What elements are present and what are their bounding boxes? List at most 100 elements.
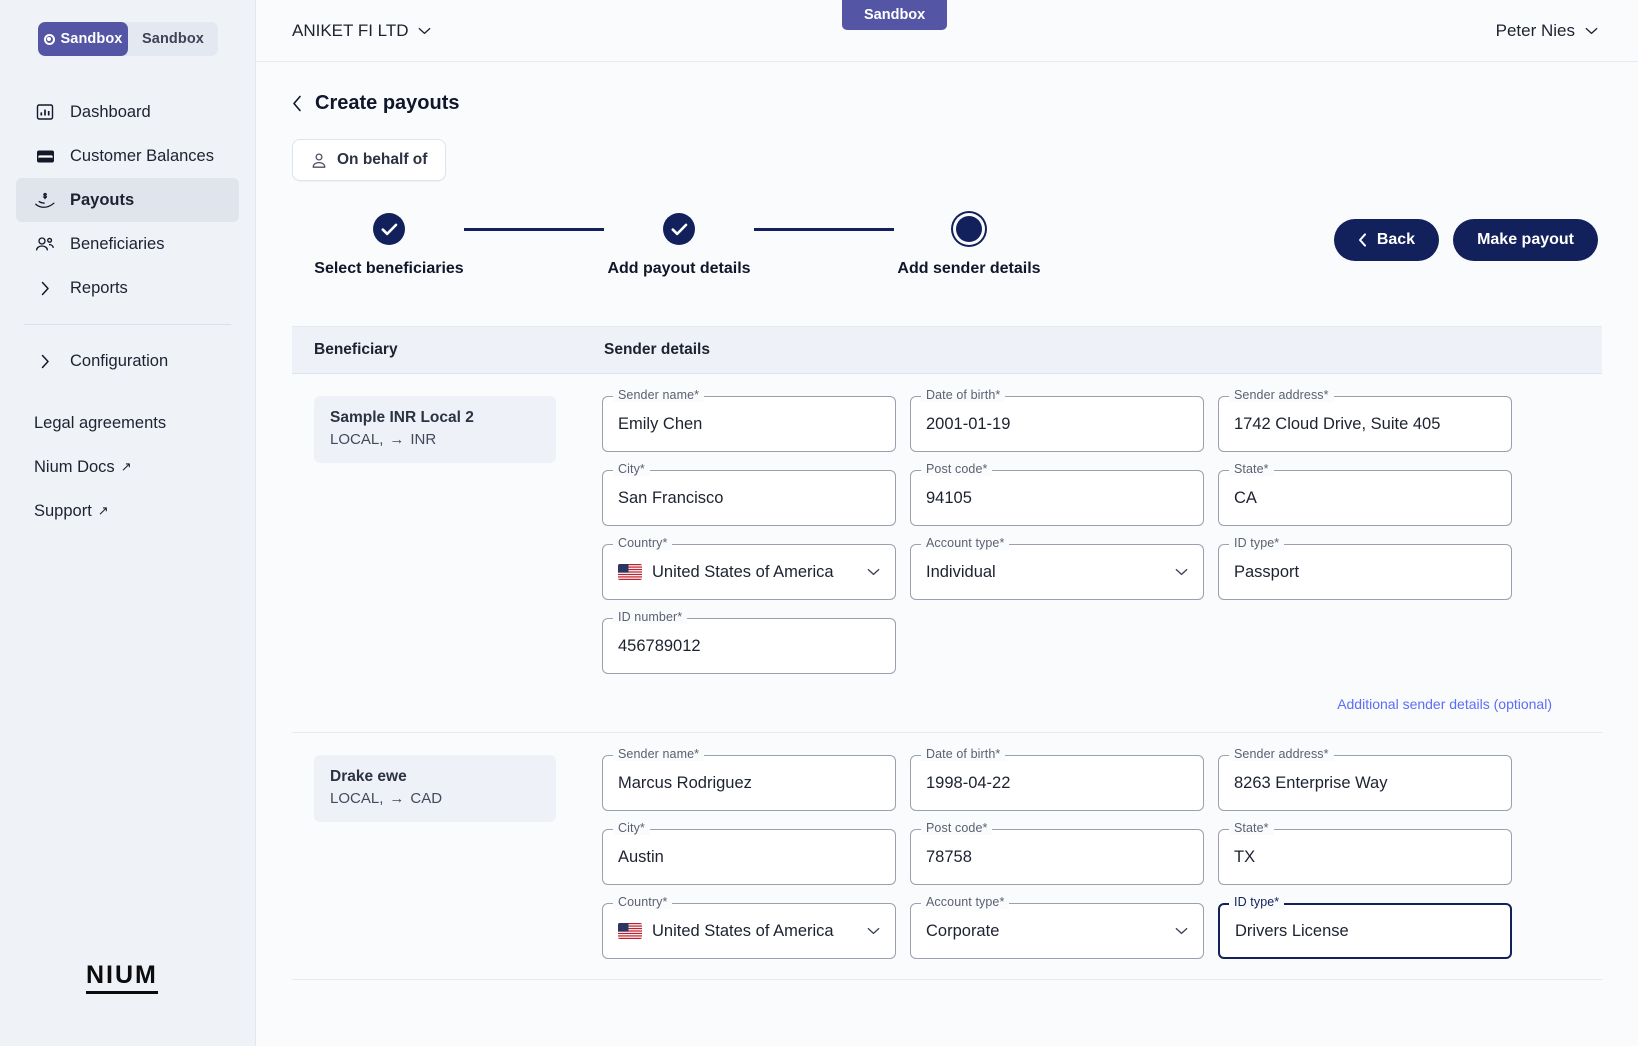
city-input[interactable]: Austin: [602, 829, 896, 885]
stepper-section: Select beneficiaries Add payout details …: [256, 181, 1638, 278]
field-city[interactable]: City* San Francisco: [602, 470, 896, 526]
on-behalf-of-label: On behalf of: [337, 151, 427, 169]
field-post-code[interactable]: Post code* 94105: [910, 470, 1204, 526]
post-code-input[interactable]: 78758: [910, 829, 1204, 885]
on-behalf-of-button[interactable]: On behalf of: [292, 139, 446, 181]
sidebar-item-label: Customer Balances: [70, 147, 214, 166]
country-select[interactable]: United States of America: [602, 903, 896, 959]
date-of-birth-input[interactable]: 1998-04-22: [910, 755, 1204, 811]
date-of-birth-input[interactable]: 2001-01-19: [910, 396, 1204, 452]
id-type-input[interactable]: Passport: [1218, 544, 1512, 600]
sidebar-item-dashboard[interactable]: Dashboard: [16, 90, 239, 134]
sidebar-item-reports[interactable]: Reports: [16, 266, 239, 310]
user-menu[interactable]: Peter Nies: [1496, 21, 1598, 41]
state-input[interactable]: TX: [1218, 829, 1512, 885]
field-value: Emily Chen: [618, 415, 880, 434]
make-payout-button[interactable]: Make payout: [1453, 219, 1598, 261]
field-label: Account type*: [921, 895, 1009, 909]
breadcrumb[interactable]: Create payouts: [256, 62, 1638, 115]
beneficiary-cell: Sample INR Local 2 LOCAL, → INR: [292, 396, 602, 712]
post-code-input[interactable]: 94105: [910, 470, 1204, 526]
env-toggle-inactive[interactable]: Sandbox: [128, 22, 218, 56]
field-label: State*: [1229, 821, 1274, 835]
field-label: Country*: [613, 895, 672, 909]
state-input[interactable]: CA: [1218, 470, 1512, 526]
beneficiary-card[interactable]: Drake ewe LOCAL, → CAD: [314, 755, 556, 822]
sender-name-input[interactable]: Emily Chen: [602, 396, 896, 452]
env-toggle-active[interactable]: Sandbox: [38, 22, 128, 56]
id-number-input[interactable]: 456789012: [602, 618, 896, 674]
step-add-payout-details[interactable]: Add payout details: [604, 213, 754, 278]
field-label: Sender address*: [1229, 747, 1334, 761]
field-country[interactable]: Country*: [602, 544, 896, 600]
sidebar-item-configuration[interactable]: Configuration: [16, 339, 239, 383]
back-chevron-icon[interactable]: [292, 95, 302, 112]
city-input[interactable]: San Francisco: [602, 470, 896, 526]
sidebar-item-customer-balances[interactable]: Customer Balances: [16, 134, 239, 178]
field-sender-address[interactable]: Sender address* 8263 Enterprise Way: [1218, 755, 1512, 811]
sidebar-item-label: Reports: [70, 279, 128, 298]
account-type-select[interactable]: Individual: [910, 544, 1204, 600]
field-label: ID type*: [1229, 895, 1284, 909]
additional-sender-details-link[interactable]: Additional sender details (optional): [602, 696, 1578, 712]
field-sender-address[interactable]: Sender address* 1742 Cloud Drive, Suite …: [1218, 396, 1512, 452]
step-label: Add sender details: [897, 260, 1040, 278]
topbar: ANIKET FI LTD Sandbox Peter Nies: [256, 0, 1638, 62]
id-type-input[interactable]: Drivers License: [1218, 903, 1512, 959]
beneficiary-type: LOCAL,: [330, 431, 383, 448]
field-account-type[interactable]: Account type* Individual: [910, 544, 1204, 600]
nium-logo: NIUM: [86, 963, 158, 994]
field-id-type[interactable]: ID type* Drivers License: [1218, 903, 1512, 959]
check-icon: [663, 213, 695, 245]
org-name: ANIKET FI LTD: [292, 21, 409, 41]
sandbox-badge: Sandbox: [842, 0, 947, 30]
sidebar: Sandbox Sandbox Dashboard: [0, 0, 256, 1046]
field-country[interactable]: Country*: [602, 903, 896, 959]
radio-selected-icon: [44, 34, 55, 45]
field-state[interactable]: State* TX: [1218, 829, 1512, 885]
beneficiary-card[interactable]: Sample INR Local 2 LOCAL, → INR: [314, 396, 556, 463]
sidebar-link-nium-docs[interactable]: Nium Docs ↗: [16, 445, 239, 489]
field-value: 94105: [926, 489, 1188, 508]
field-sender-name[interactable]: Sender name* Emily Chen: [602, 396, 896, 452]
beneficiary-name: Sample INR Local 2: [330, 409, 540, 427]
field-state[interactable]: State* CA: [1218, 470, 1512, 526]
table-row: Sample INR Local 2 LOCAL, → INR Sender n…: [292, 374, 1602, 733]
field-account-type[interactable]: Account type* Corporate: [910, 903, 1204, 959]
sidebar-nav: Dashboard Customer Balances: [0, 90, 255, 533]
sidebar-link-legal-agreements[interactable]: Legal agreements: [16, 401, 239, 445]
beneficiary-currency: CAD: [410, 790, 442, 807]
field-value: 1998-04-22: [926, 774, 1188, 793]
sidebar-item-beneficiaries[interactable]: Beneficiaries: [16, 222, 239, 266]
sender-details-table: Beneficiary Sender details Sample INR Lo…: [292, 326, 1602, 980]
field-label: Post code*: [921, 821, 992, 835]
field-city[interactable]: City* Austin: [602, 829, 896, 885]
sidebar-link-label: Support: [34, 502, 92, 521]
sidebar-item-payouts[interactable]: Payouts: [16, 178, 239, 222]
sidebar-item-label: Beneficiaries: [70, 235, 164, 254]
field-value: San Francisco: [618, 489, 880, 508]
field-date-of-birth[interactable]: Date of birth* 1998-04-22: [910, 755, 1204, 811]
stepper-connector: [754, 228, 894, 231]
step-select-beneficiaries[interactable]: Select beneficiaries: [314, 213, 464, 278]
sidebar-link-support[interactable]: Support ↗: [16, 489, 239, 533]
account-type-select[interactable]: Corporate: [910, 903, 1204, 959]
field-id-type[interactable]: ID type* Passport: [1218, 544, 1512, 600]
step-add-sender-details[interactable]: Add sender details: [894, 213, 1044, 278]
field-value: 78758: [926, 848, 1188, 867]
sender-address-input[interactable]: 1742 Cloud Drive, Suite 405: [1218, 396, 1512, 452]
environment-toggle[interactable]: Sandbox Sandbox: [38, 22, 218, 56]
field-id-number[interactable]: ID number* 456789012: [602, 618, 896, 674]
org-selector[interactable]: ANIKET FI LTD: [292, 21, 431, 41]
field-date-of-birth[interactable]: Date of birth* 2001-01-19: [910, 396, 1204, 452]
field-post-code[interactable]: Post code* 78758: [910, 829, 1204, 885]
field-value: 1742 Cloud Drive, Suite 405: [1234, 415, 1496, 434]
field-value: United States of America: [652, 922, 857, 941]
country-select[interactable]: United States of America: [602, 544, 896, 600]
sender-address-input[interactable]: 8263 Enterprise Way: [1218, 755, 1512, 811]
field-sender-name[interactable]: Sender name* Marcus Rodriguez: [602, 755, 896, 811]
back-button[interactable]: Back: [1334, 219, 1439, 261]
field-label: Date of birth*: [921, 747, 1005, 761]
env-toggle-inactive-label: Sandbox: [142, 31, 204, 47]
sender-name-input[interactable]: Marcus Rodriguez: [602, 755, 896, 811]
